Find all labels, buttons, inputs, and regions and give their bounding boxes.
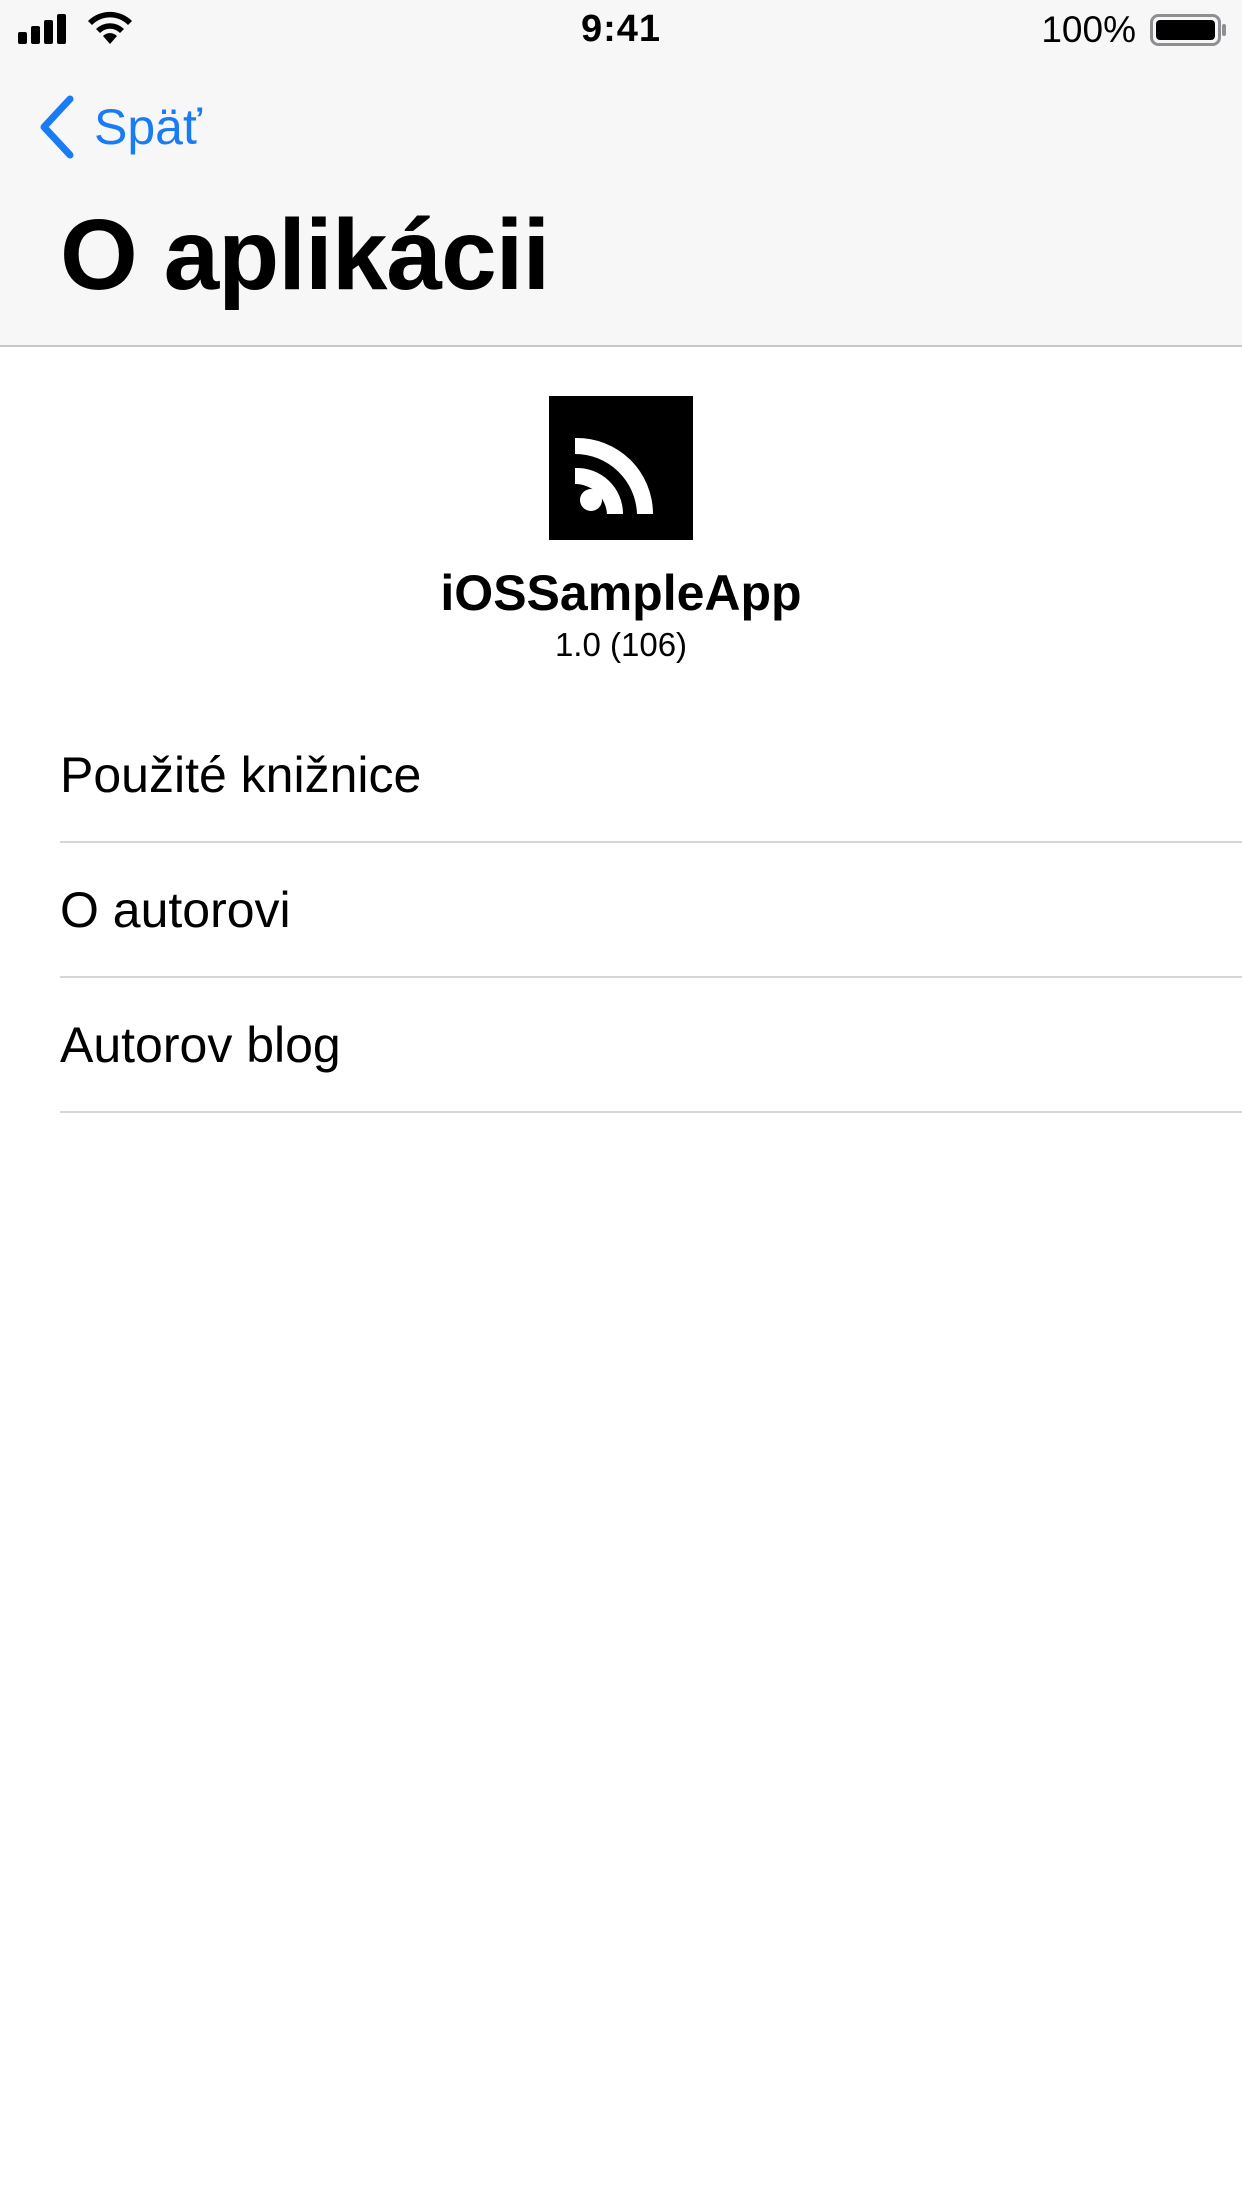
status-bar: 9:41 100% <box>0 0 1242 60</box>
back-button-label: Späť <box>94 99 202 155</box>
back-button[interactable]: Späť <box>36 92 202 162</box>
chevron-left-icon <box>40 95 74 159</box>
battery-percent: 100% <box>1041 9 1136 50</box>
navigation-bar: 9:41 100% Späť O aplikácii <box>0 0 1242 347</box>
rss-feed-icon <box>549 396 693 540</box>
battery-icon <box>1150 14 1226 46</box>
menu-item-used-libraries[interactable]: Použité knižnice <box>0 708 1242 843</box>
menu-list: Použité knižnice O autorovi Autorov blog <box>0 708 1242 1113</box>
menu-item-label: Použité knižnice <box>60 747 422 803</box>
menu-item-author-blog[interactable]: Autorov blog <box>0 978 1242 1113</box>
menu-item-about-author[interactable]: O autorovi <box>0 843 1242 978</box>
app-version: 1.0 (106) <box>554 626 688 663</box>
app-name: iOSSampleApp <box>440 565 802 621</box>
menu-item-label: O autorovi <box>60 882 291 938</box>
page-title: O aplikácii <box>60 199 550 311</box>
menu-item-label: Autorov blog <box>60 1017 341 1073</box>
